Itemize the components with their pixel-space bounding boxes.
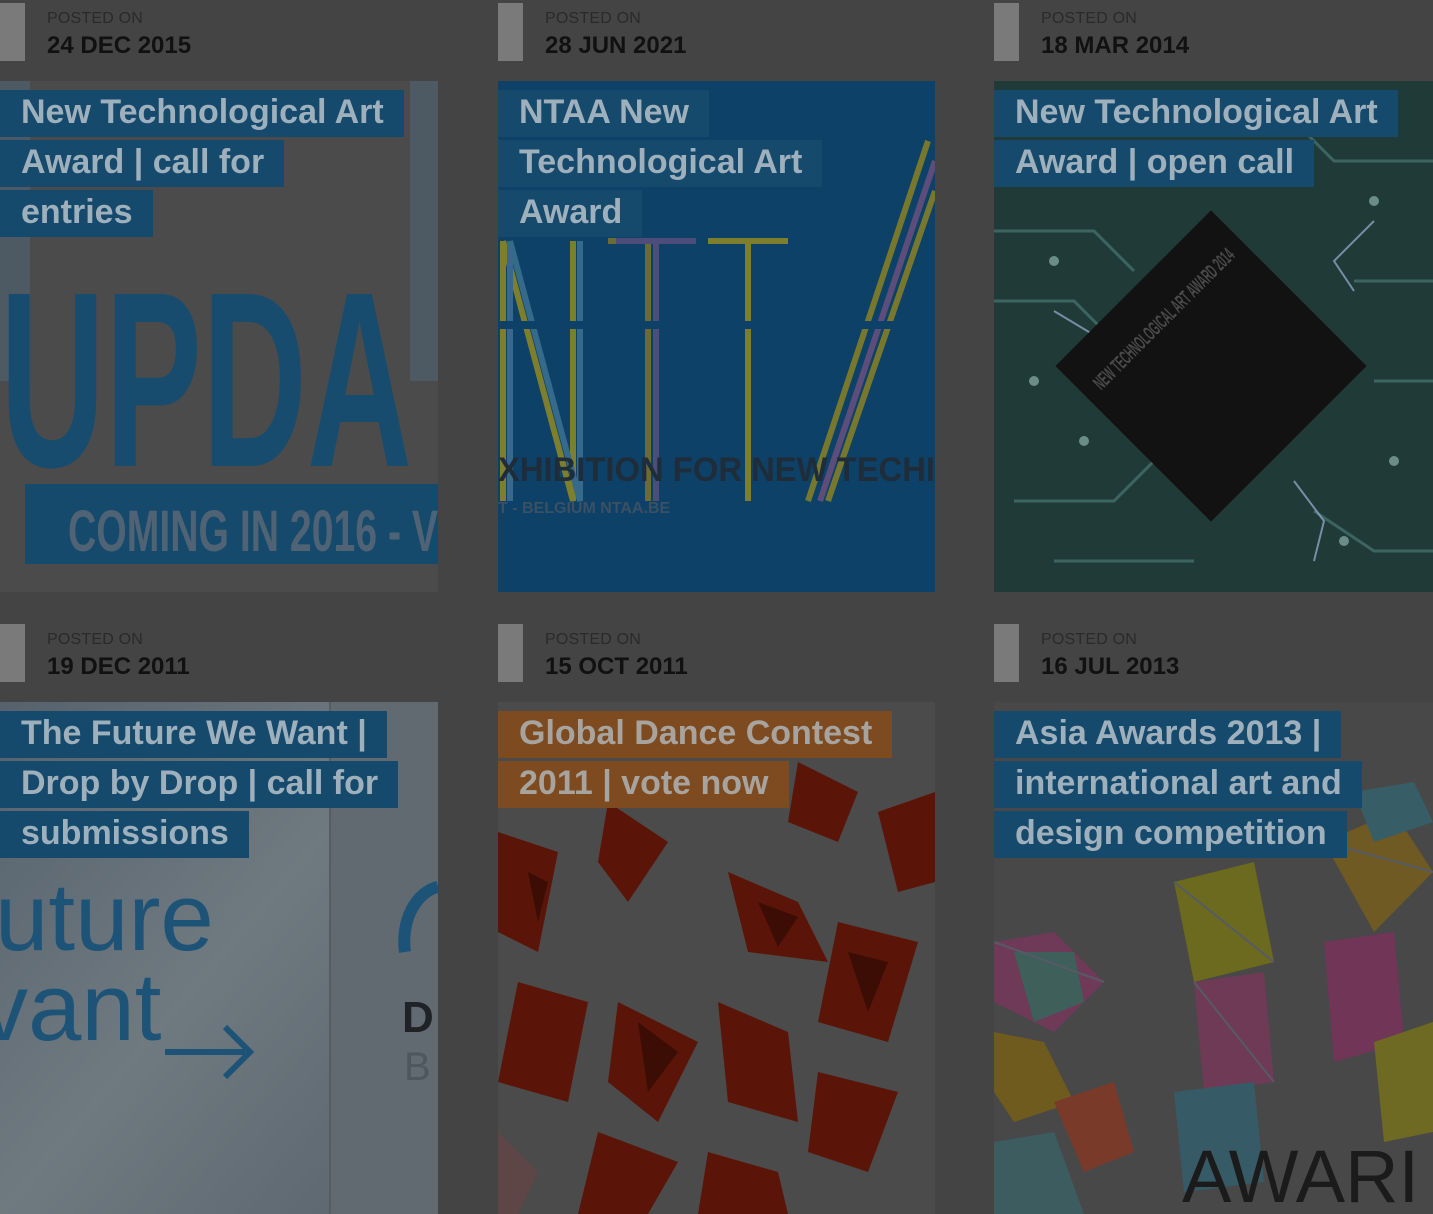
- post-date-block: POSTED ON 16 JUL 2013: [994, 621, 1433, 702]
- date-accent-bar: [994, 3, 1019, 61]
- thumb-side-letter: D: [402, 993, 434, 1042]
- post-thumbnail[interactable]: uture vant D B The Future We Want | Drop…: [0, 702, 438, 1214]
- posted-on-label: POSTED ON: [47, 631, 144, 648]
- posted-on-label: POSTED ON: [545, 10, 642, 27]
- post-grid: POSTED ON 24 DEC 2015 UPDA COMING IN 201…: [0, 0, 1433, 1214]
- post-date: 28 JUN 2021: [545, 32, 687, 59]
- thumb-line2: vant: [0, 954, 161, 1061]
- post-date-block: POSTED ON 18 MAR 2014: [994, 0, 1433, 81]
- post-thumbnail[interactable]: NEW TECHNOLOGICAL ART AWARD 2014 New Tec…: [994, 81, 1433, 592]
- post-title-text[interactable]: Asia Awards 2013 | international art and…: [994, 711, 1362, 858]
- post-title-text[interactable]: The Future We Want | Drop by Drop | call…: [0, 711, 399, 858]
- posted-on-label: POSTED ON: [47, 10, 144, 27]
- date-accent-bar: [0, 3, 25, 61]
- post-title-text[interactable]: New Technological Art Award | open call: [994, 90, 1398, 187]
- post-title-text[interactable]: New Technological Art Award | call for e…: [0, 90, 404, 237]
- thumb-side-letter-2: B: [404, 1045, 431, 1089]
- post-date: 18 MAR 2014: [1041, 32, 1190, 59]
- thumb-big-text: UPDA: [0, 240, 412, 519]
- post-title-text[interactable]: NTAA New Technological Art Award: [498, 90, 823, 237]
- post-title[interactable]: Global Dance Contest 2011 | vote now: [498, 708, 898, 808]
- post-date-block: POSTED ON 28 JUN 2021: [498, 0, 936, 81]
- post-date-block: POSTED ON 15 OCT 2011: [498, 621, 936, 702]
- posted-on-label: POSTED ON: [545, 631, 642, 648]
- post-date: 24 DEC 2015: [47, 32, 192, 59]
- thumb-band-text: COMING IN 2016 - V: [68, 499, 438, 564]
- post-title[interactable]: NTAA New Technological Art Award: [498, 87, 898, 237]
- post-title[interactable]: New Technological Art Award | open call: [994, 87, 1398, 187]
- post-date: 19 DEC 2011: [47, 653, 190, 680]
- post-title[interactable]: The Future We Want | Drop by Drop | call…: [0, 708, 400, 858]
- post-card[interactable]: POSTED ON 15 OCT 2011 Global Dance Conte…: [498, 621, 936, 1214]
- post-thumbnail[interactable]: UPDA COMING IN 2016 - V New Technologica…: [0, 81, 438, 592]
- date-accent-bar: [994, 624, 1019, 682]
- thumb-band-text: XHIBITION FOR NEW TECHI: [498, 451, 935, 489]
- post-date-block: POSTED ON 19 DEC 2011: [0, 621, 438, 702]
- posted-on-label: POSTED ON: [1041, 10, 1138, 27]
- thumb-sub-text: T - BELGIUM NTAA.BE: [498, 500, 670, 517]
- post-card[interactable]: POSTED ON 18 MAR 2014 New Technological …: [994, 0, 1433, 592]
- post-thumbnail[interactable]: XHIBITION FOR NEW TECHI T - BELGIUM NTAA…: [498, 81, 936, 592]
- post-card[interactable]: POSTED ON 16 JUL 2013 AWARI Asia Awards …: [994, 621, 1433, 1214]
- posted-on-label: POSTED ON: [1041, 631, 1138, 648]
- post-date: 15 OCT 2011: [545, 653, 688, 680]
- post-date: 16 JUL 2013: [1041, 653, 1180, 680]
- post-thumbnail[interactable]: Global Dance Contest 2011 | vote now: [498, 702, 936, 1214]
- post-thumbnail[interactable]: AWARI Asia Awards 2013 | international a…: [994, 702, 1433, 1214]
- post-title[interactable]: New Technological Art Award | call for e…: [0, 87, 404, 237]
- post-title-text[interactable]: Global Dance Contest 2011 | vote now: [498, 711, 893, 808]
- thumb-bottom-text: AWARI: [1182, 1135, 1419, 1214]
- date-accent-bar: [0, 624, 25, 682]
- post-date-block: POSTED ON 24 DEC 2015: [0, 0, 438, 81]
- post-card[interactable]: POSTED ON 19 DEC 2011 uture vant D B The…: [0, 621, 438, 1214]
- date-accent-bar: [498, 3, 523, 61]
- post-card[interactable]: POSTED ON 24 DEC 2015 UPDA COMING IN 201…: [0, 0, 438, 592]
- date-accent-bar: [498, 624, 523, 682]
- post-card[interactable]: POSTED ON 28 JUN 2021 XHIBITION FOR NEW …: [498, 0, 936, 592]
- post-title[interactable]: Asia Awards 2013 | international art and…: [994, 708, 1394, 858]
